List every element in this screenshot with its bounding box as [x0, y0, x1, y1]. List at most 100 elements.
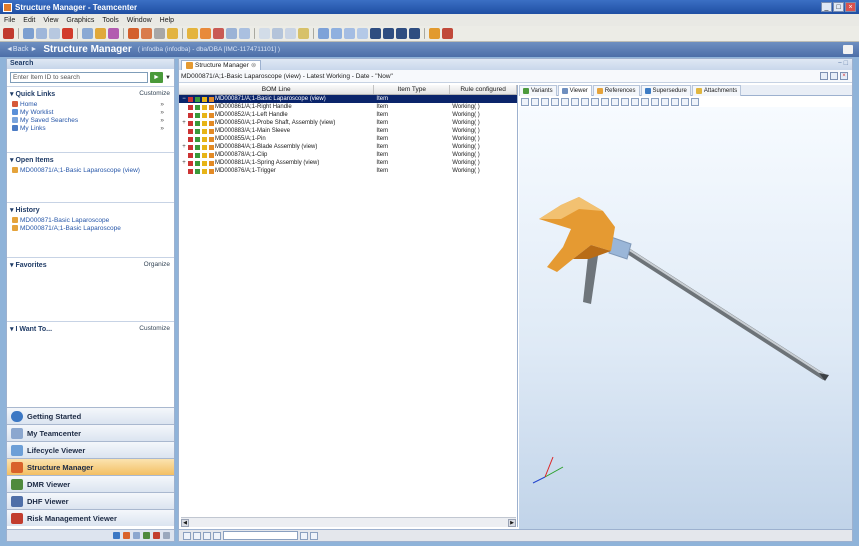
tab-attachments[interactable]: Attachments: [691, 85, 742, 96]
nav-dmr-viewer[interactable]: DMR Viewer: [7, 475, 174, 492]
bom-compare-icon[interactable]: [167, 28, 178, 39]
save-icon[interactable]: [3, 28, 14, 39]
bom-restore-icon[interactable]: [820, 72, 828, 80]
history-item[interactable]: MD000871/A;1-Basic Laparoscope: [7, 224, 174, 232]
nav-getting-started[interactable]: Getting Started: [7, 407, 174, 424]
snapshot-icon[interactable]: [691, 97, 699, 106]
markup-icon[interactable]: [641, 97, 649, 106]
where-used-icon[interactable]: [226, 28, 237, 39]
open-items-title[interactable]: ▾ Open Items: [10, 156, 54, 164]
cut-icon[interactable]: [49, 28, 60, 39]
structure-manager-mini-icon[interactable]: [123, 532, 130, 539]
fit-icon[interactable]: [651, 97, 659, 106]
favorites-title[interactable]: ▾ Favorites: [10, 261, 47, 269]
table-row[interactable]: MD000883/A;1-Main Sleeve Item Working( ): [179, 127, 517, 135]
open-item[interactable]: MD000871/A;1-Basic Laparoscope (view): [7, 166, 174, 174]
menu-view[interactable]: View: [43, 17, 58, 24]
pack-icon[interactable]: [108, 28, 119, 39]
shade-icon[interactable]: [661, 97, 669, 106]
find-next-icon[interactable]: [285, 28, 296, 39]
i-want-to-customize-link[interactable]: Customize: [139, 325, 170, 333]
properties-icon[interactable]: [239, 28, 250, 39]
settings-icon[interactable]: [681, 97, 689, 106]
column-item-type[interactable]: Item Type: [374, 85, 451, 94]
section-icon[interactable]: [621, 97, 629, 106]
view-top-icon[interactable]: [571, 97, 579, 106]
quick-link-my-worklist[interactable]: My Worklist »: [7, 108, 174, 116]
filter-icon[interactable]: [154, 28, 165, 39]
nav-prev-icon[interactable]: [193, 531, 201, 540]
getting-started-mini-icon[interactable]: [113, 532, 120, 539]
table-row[interactable]: MD000876/A;1-Trigger Item Working( ): [179, 167, 517, 175]
menu-help[interactable]: Help: [160, 17, 174, 24]
tab-viewer[interactable]: Viewer: [557, 85, 592, 96]
table-row[interactable]: MD000861/A;1-Right Handle Item Working( ): [179, 103, 517, 111]
orbit-icon[interactable]: [601, 97, 609, 106]
nav-first-icon[interactable]: [183, 531, 191, 540]
find-input[interactable]: [223, 531, 298, 540]
scroll-left-icon[interactable]: ◀: [181, 519, 189, 527]
expand-toggle-icon[interactable]: −: [181, 95, 187, 103]
next-icon[interactable]: [396, 28, 407, 39]
structure-icon[interactable]: [213, 28, 224, 39]
expand-icon[interactable]: [128, 28, 139, 39]
table-row[interactable]: − MD000871/A;1-Basic Laparoscope (view) It…: [179, 95, 517, 103]
nav-next-icon[interactable]: [203, 531, 211, 540]
last-frame-icon[interactable]: [561, 97, 569, 106]
refresh-icon[interactable]: [82, 28, 93, 39]
tab-supersedure[interactable]: Supersedure: [640, 85, 691, 96]
table-row[interactable]: + MD000881/A;1-Spring Assembly (view) Item…: [179, 159, 517, 167]
markup-icon[interactable]: [298, 28, 309, 39]
minimize-button[interactable]: _: [821, 2, 832, 12]
find-next-icon[interactable]: [300, 531, 308, 540]
column-rule-configured[interactable]: Rule configured: [450, 85, 517, 94]
collapse-icon[interactable]: [141, 28, 152, 39]
report-icon[interactable]: [442, 28, 453, 39]
quick-link-my-links[interactable]: My Links »: [7, 124, 174, 132]
copy-icon[interactable]: [23, 28, 34, 39]
tab-variants[interactable]: Variants: [519, 85, 557, 96]
first-frame-icon[interactable]: [551, 97, 559, 106]
rotate-icon[interactable]: [531, 97, 539, 106]
pan-icon[interactable]: [541, 97, 549, 106]
history-title[interactable]: ▾ History: [10, 206, 40, 214]
menu-graphics[interactable]: Graphics: [66, 17, 94, 24]
nav-dhf-viewer[interactable]: DHF Viewer: [7, 492, 174, 509]
risk-mini-icon[interactable]: [153, 532, 160, 539]
delete-icon[interactable]: [62, 28, 73, 39]
nav-structure-manager[interactable]: Structure Manager: [7, 458, 174, 475]
column-bom-line[interactable]: BOM Line: [179, 85, 375, 94]
zoom-in-icon[interactable]: [611, 97, 619, 106]
bom-horizontal-scrollbar[interactable]: ◀ ▶: [181, 517, 516, 527]
wireframe-icon[interactable]: [671, 97, 679, 106]
expand-toggle-icon[interactable]: +: [181, 143, 187, 151]
maximize-button[interactable]: □: [833, 2, 844, 12]
rotate-icon[interactable]: [357, 28, 368, 39]
perspective-icon[interactable]: [843, 45, 853, 54]
nav-lifecycle-viewer[interactable]: Lifecycle Viewer: [7, 441, 174, 458]
menu-tools[interactable]: Tools: [102, 17, 118, 24]
search-input[interactable]: Enter Item ID to search: [10, 72, 148, 83]
table-row[interactable]: + MD000884/A;1-Blade Assembly (view) Item W…: [179, 143, 517, 151]
menu-file[interactable]: File: [4, 17, 15, 24]
bom-close-icon[interactable]: ×: [840, 72, 848, 80]
first-icon[interactable]: [370, 28, 381, 39]
tab-structure-manager[interactable]: Structure Manager ⊗: [181, 60, 262, 70]
paste-icon[interactable]: [36, 28, 47, 39]
i-want-to-title[interactable]: ▾ I Want To...: [10, 325, 52, 333]
pan-icon[interactable]: [344, 28, 355, 39]
find-icon[interactable]: [272, 28, 283, 39]
revision-rule-icon[interactable]: [187, 28, 198, 39]
zoom-icon[interactable]: [331, 28, 342, 39]
table-row[interactable]: MD000855/A;1-Pin Item Working( ): [179, 135, 517, 143]
table-row[interactable]: MD000878/A;1-Clip Item Working( ): [179, 151, 517, 159]
help-icon[interactable]: [259, 28, 270, 39]
search-options-chevron-icon[interactable]: ▼: [165, 75, 171, 81]
quick-link-saved-searches[interactable]: My Saved Searches »: [7, 116, 174, 124]
my-teamcenter-mini-icon[interactable]: [133, 532, 140, 539]
menu-window[interactable]: Window: [127, 17, 152, 24]
measure-icon[interactable]: [631, 97, 639, 106]
quick-links-customize-link[interactable]: Customize: [139, 90, 170, 98]
menu-edit[interactable]: Edit: [23, 17, 35, 24]
search-go-button[interactable]: ►: [150, 72, 163, 83]
